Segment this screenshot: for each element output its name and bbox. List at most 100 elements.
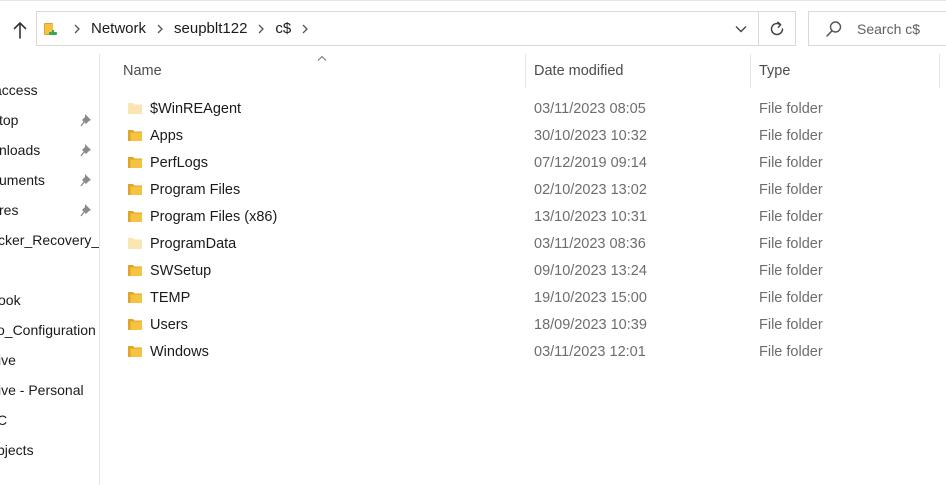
folder-icon — [128, 211, 142, 222]
file-list: Name Date modified Type $WinREAgent 03/11… — [101, 54, 946, 485]
navigation-pane: access top nloads uments res cker_Recovery_oo… — [0, 54, 100, 485]
nav-item[interactable]: ive — [0, 345, 99, 375]
file-row[interactable]: PerfLogs 07/12/2019 09:14 File folder — [119, 149, 934, 176]
folder-icon — [128, 319, 142, 330]
nav-item[interactable]: o_Configuration — [0, 315, 99, 345]
nav-item-label: uments — [0, 172, 45, 188]
file-row[interactable]: Apps 30/10/2023 10:32 File folder — [119, 122, 934, 149]
breadcrumb-network[interactable]: Network — [89, 20, 148, 37]
column-header-type[interactable]: Type — [759, 54, 939, 88]
breadcrumb: Network seupblt122 c$ — [65, 20, 317, 37]
chevron-down-icon — [735, 26, 747, 33]
file-date: 09/10/2023 13:24 — [534, 262, 647, 279]
file-row[interactable]: SWSetup 09/10/2023 13:24 File folder — [119, 257, 934, 284]
network-location-icon — [41, 19, 61, 39]
file-name: Apps — [150, 127, 184, 144]
folder-icon — [128, 184, 142, 195]
address-history-dropdown[interactable] — [732, 20, 750, 38]
column-divider[interactable] — [939, 54, 940, 88]
pin-icon[interactable] — [80, 112, 94, 128]
nav-item[interactable]: nloads — [0, 135, 99, 165]
file-type: File folder — [759, 316, 823, 333]
file-date: 30/10/2023 10:32 — [534, 127, 647, 144]
nav-item-label: bjects — [0, 442, 34, 458]
folder-icon — [128, 265, 142, 276]
nav-item[interactable]: res — [0, 195, 99, 225]
folder-icon — [128, 346, 142, 357]
nav-item[interactable]: ive - Personal — [0, 375, 99, 405]
file-date: 03/11/2023 08:05 — [534, 100, 646, 117]
arrow-up-icon — [13, 22, 27, 39]
nav-item-label: access — [0, 82, 38, 98]
pin-icon[interactable] — [80, 142, 94, 158]
file-date: 03/11/2023 12:01 — [534, 343, 646, 360]
file-type: File folder — [759, 343, 823, 360]
nav-item[interactable]: uments — [0, 165, 99, 195]
column-divider[interactable] — [525, 54, 526, 88]
file-date: 18/09/2023 10:39 — [534, 316, 647, 333]
file-type: File folder — [759, 208, 823, 225]
nav-item[interactable] — [0, 255, 99, 285]
chevron-right-icon[interactable] — [69, 21, 85, 37]
file-row[interactable]: Users 18/09/2023 10:39 File folder — [119, 311, 934, 338]
nav-item[interactable]: C — [0, 405, 99, 435]
nav-item-label: C — [0, 412, 7, 428]
folder-icon — [128, 238, 142, 249]
nav-item-label: nloads — [0, 142, 41, 158]
file-row[interactable]: $WinREAgent 03/11/2023 08:05 File folder — [119, 95, 934, 122]
file-type: File folder — [759, 154, 823, 171]
nav-item[interactable]: access — [0, 75, 99, 105]
column-header-name[interactable]: Name — [123, 54, 523, 88]
nav-item-label: cker_Recovery_ — [0, 232, 100, 248]
file-row[interactable]: Program Files (x86) 13/10/2023 10:31 File … — [119, 203, 934, 230]
file-name: Windows — [150, 343, 209, 360]
refresh-button[interactable] — [759, 11, 796, 46]
nav-item[interactable]: cker_Recovery_ — [0, 225, 100, 255]
file-date: 02/10/2023 13:02 — [534, 181, 647, 198]
file-type: File folder — [759, 100, 823, 117]
column-divider[interactable] — [750, 54, 751, 88]
file-row[interactable]: Windows 03/11/2023 12:01 File folder — [119, 338, 934, 365]
file-name: SWSetup — [150, 262, 212, 279]
breadcrumb-share[interactable]: c$ — [273, 20, 293, 37]
file-name: Program Files — [150, 181, 241, 198]
file-name: Users — [150, 316, 188, 333]
up-button[interactable] — [10, 19, 30, 41]
chevron-right-icon[interactable] — [253, 21, 269, 37]
search-icon — [825, 20, 843, 38]
nav-item[interactable]: bjects — [0, 435, 99, 465]
nav-item[interactable]: ook — [0, 285, 99, 315]
nav-item-label: top — [0, 112, 19, 128]
chevron-right-icon[interactable] — [297, 21, 313, 37]
file-name: ProgramData — [150, 235, 237, 252]
file-row[interactable]: Program Files 02/10/2023 13:02 File folder — [119, 176, 934, 203]
nav-item[interactable]: top — [0, 105, 99, 135]
file-type: File folder — [759, 181, 823, 198]
breadcrumb-server[interactable]: seupblt122 — [172, 20, 249, 37]
address-bar[interactable]: Network seupblt122 c$ — [36, 11, 759, 46]
file-name: TEMP — [150, 289, 191, 306]
file-type: File folder — [759, 127, 823, 144]
file-name: Program Files (x86) — [150, 208, 278, 225]
search-box[interactable] — [808, 11, 946, 46]
nav-item-label: ook — [0, 292, 21, 308]
pin-icon[interactable] — [80, 172, 94, 188]
folder-icon — [128, 157, 142, 168]
folder-icon — [128, 292, 142, 303]
nav-item-label: ive - Personal — [0, 382, 84, 398]
folder-icon — [128, 103, 142, 114]
refresh-icon — [770, 21, 784, 35]
search-input[interactable] — [857, 20, 937, 37]
file-date: 07/12/2019 09:14 — [534, 154, 647, 171]
chevron-right-icon[interactable] — [152, 21, 168, 37]
nav-item-label: ive — [0, 352, 16, 368]
address-toolbar: Network seupblt122 c$ — [0, 0, 946, 54]
file-type: File folder — [759, 235, 823, 252]
file-row[interactable]: ProgramData 03/11/2023 08:36 File folder — [119, 230, 934, 257]
file-row[interactable]: TEMP 19/10/2023 15:00 File folder — [119, 284, 934, 311]
file-date: 13/10/2023 10:31 — [534, 208, 647, 225]
file-name: PerfLogs — [150, 154, 209, 171]
pin-icon[interactable] — [80, 202, 94, 218]
column-header-date-modified[interactable]: Date modified — [534, 54, 749, 88]
file-date: 19/10/2023 15:00 — [534, 289, 647, 306]
